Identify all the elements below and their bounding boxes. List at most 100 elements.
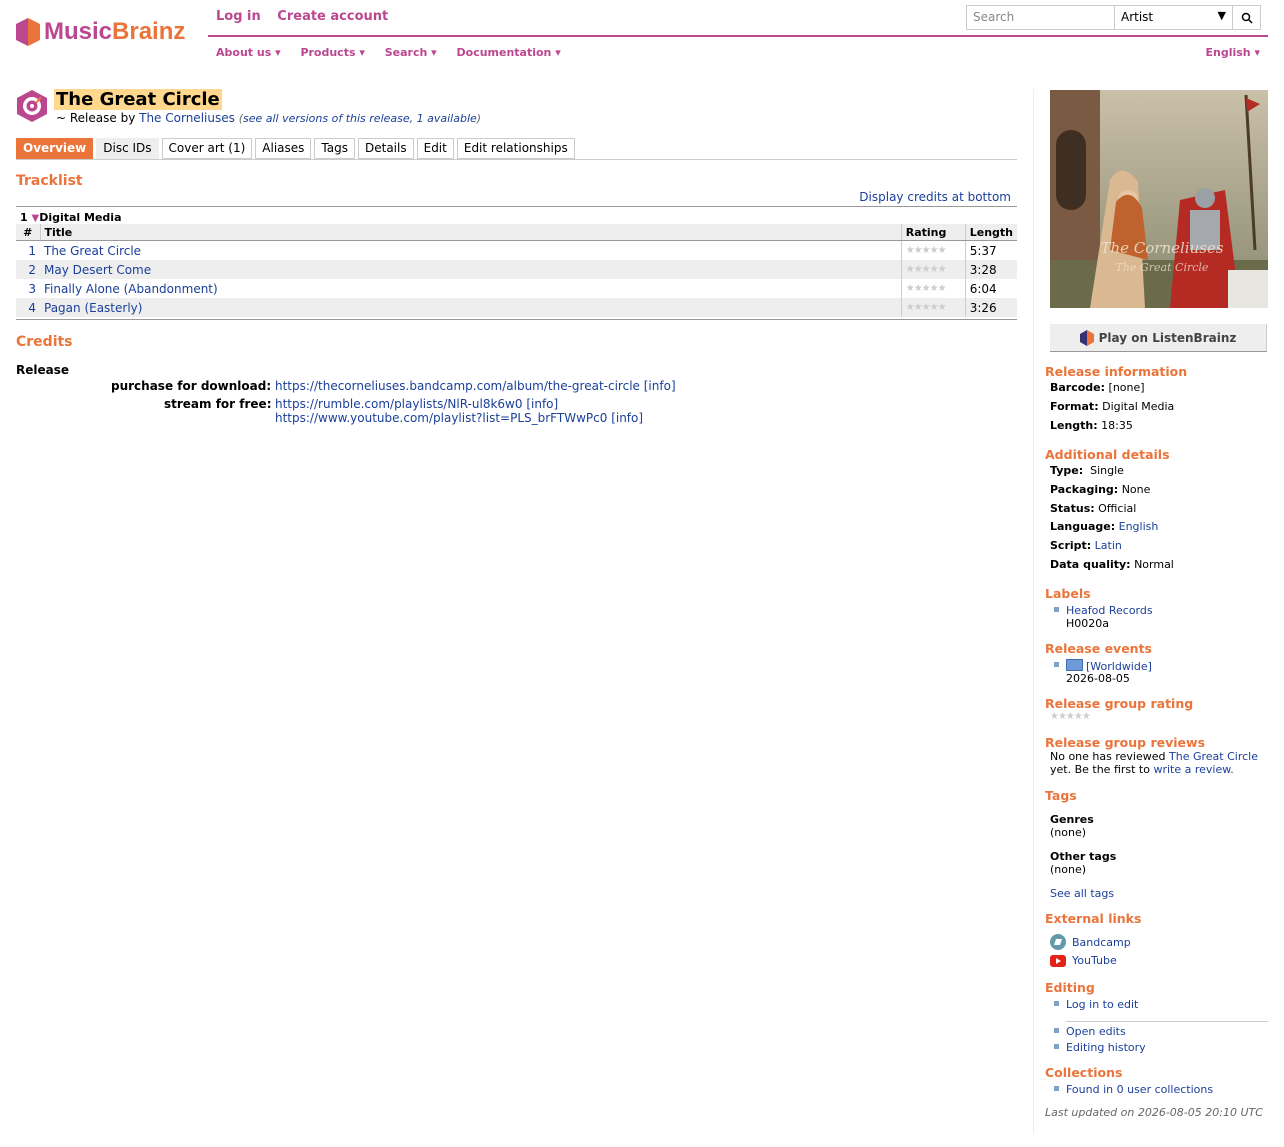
log-in-to-edit-link[interactable]: Log in to edit xyxy=(1066,998,1138,1011)
editing-separator xyxy=(1066,1021,1268,1022)
bullet-icon xyxy=(1054,607,1059,612)
cover-text-title: The Great Circle xyxy=(1116,261,1209,274)
format-row: Format: Digital Media xyxy=(1050,400,1174,413)
youtube-url-link[interactable]: https://www.youtube.com/playlist?list=PL… xyxy=(275,411,607,425)
release-event-country[interactable]: [Worldwide] xyxy=(1066,659,1152,673)
write-review-link[interactable]: write a review. xyxy=(1153,763,1233,776)
menu-products[interactable]: Products ▾ xyxy=(300,46,364,59)
col-header-length: Length xyxy=(964,224,1017,241)
info-link[interactable]: [info] xyxy=(611,411,643,425)
menu-about-us[interactable]: About us ▾ xyxy=(216,46,281,59)
credits-release-label: Release xyxy=(16,363,70,377)
menu-documentation[interactable]: Documentation ▾ xyxy=(457,46,561,59)
type-label: Type: xyxy=(1050,464,1084,477)
bandcamp-link[interactable]: Bandcamp xyxy=(1072,936,1131,949)
table-row: 3 Finally Alone (Abandonment) ★★★★★ 6:04 xyxy=(16,279,1017,298)
credits-heading: Credits xyxy=(16,334,73,350)
tracklist-heading: Tracklist xyxy=(16,173,83,189)
track-title-link[interactable]: May Desert Come xyxy=(40,260,902,279)
account-nav: Log in Create account xyxy=(216,9,400,24)
language-menu[interactable]: English ▾ xyxy=(1206,46,1261,59)
table-row: 1 The Great Circle ★★★★★ 5:37 xyxy=(16,240,1017,261)
release-group-link[interactable]: The Great Circle xyxy=(1169,750,1258,763)
see-all-tags-link[interactable]: See all tags xyxy=(1050,887,1114,900)
language-link[interactable]: English xyxy=(1119,520,1159,533)
page-title[interactable]: The Great Circle xyxy=(54,89,222,110)
search-input[interactable]: Search xyxy=(967,6,1115,29)
create-account-link[interactable]: Create account xyxy=(277,9,388,24)
tab-details[interactable]: Details xyxy=(358,138,414,159)
open-edits-link[interactable]: Open edits xyxy=(1066,1025,1126,1038)
medium-number: 1 xyxy=(20,210,28,224)
track-rating-stars[interactable]: ★★★★★ xyxy=(900,240,966,260)
tab-aliases[interactable]: Aliases xyxy=(255,138,312,159)
track-title-link[interactable]: Pagan (Easterly) xyxy=(40,298,902,317)
release-by-prefix: ~ Release by xyxy=(56,111,136,125)
external-link-youtube[interactable]: YouTube xyxy=(1050,954,1117,967)
bandcamp-url-link[interactable]: https://thecorneliuses.bandcamp.com/albu… xyxy=(275,379,640,393)
tracklist-table: 1 ▼Digital Media # Title Rating Length 1… xyxy=(16,208,1017,317)
track-title[interactable]: May Desert Come xyxy=(44,263,151,277)
tab-tags[interactable]: Tags xyxy=(314,138,355,159)
track-title-link[interactable]: Finally Alone (Abandonment) xyxy=(40,279,901,298)
external-links-heading: External links xyxy=(1045,911,1142,926)
listenbrainz-icon xyxy=(1079,329,1094,346)
header-divider xyxy=(208,35,1268,37)
tab-cover-art[interactable]: Cover art (1) xyxy=(161,138,253,159)
collections-link[interactable]: Found in 0 user collections xyxy=(1066,1083,1213,1096)
tabs-divider xyxy=(16,159,1017,160)
track-length: 3:26 xyxy=(964,298,1017,317)
artist-link[interactable]: The Corneliuses xyxy=(139,111,235,125)
track-rating-stars[interactable]: ★★★★★ xyxy=(900,298,966,317)
track-number[interactable]: 1 xyxy=(16,241,40,261)
other-tags-label: Other tags xyxy=(1050,850,1116,863)
col-header-title: Title xyxy=(39,224,902,241)
packaging-row: Packaging: None xyxy=(1050,483,1150,496)
tab-edit-relationships[interactable]: Edit relationships xyxy=(456,138,575,159)
script-link[interactable]: Latin xyxy=(1095,539,1122,552)
language-row: Language: English xyxy=(1050,520,1158,533)
bullet-icon xyxy=(1054,1086,1059,1091)
track-rating-stars[interactable]: ★★★★★ xyxy=(900,279,966,298)
tracklist-bottom-border xyxy=(16,319,1017,320)
search-button[interactable] xyxy=(1233,6,1260,29)
musicbrainz-logo[interactable]: MusicBrainz xyxy=(16,18,185,46)
purchase-label: purchase for download: xyxy=(111,379,272,393)
display-credits-link[interactable]: Display credits at bottom xyxy=(859,190,1011,204)
info-link[interactable]: [info] xyxy=(526,397,558,411)
track-rating-stars[interactable]: ★★★★★ xyxy=(900,260,966,279)
rumble-url-link[interactable]: https://rumble.com/playlists/NlR-ul8k6w0 xyxy=(275,397,523,411)
cover-art-image[interactable]: The Corneliuses The Great Circle xyxy=(1050,90,1268,308)
track-title-link[interactable]: The Great Circle xyxy=(40,241,901,261)
purchase-relationship: purchase for download: https://thecornel… xyxy=(111,379,676,393)
see-all-versions-link[interactable]: see all versions of this release, 1 avai… xyxy=(243,112,477,125)
track-length: 5:37 xyxy=(964,240,1017,260)
external-link-bandcamp[interactable]: Bandcamp xyxy=(1050,934,1131,950)
track-title[interactable]: The Great Circle xyxy=(44,244,141,258)
medium-header[interactable]: 1 ▼Digital Media xyxy=(16,208,1017,224)
label-link[interactable]: Heafod Records xyxy=(1066,604,1153,617)
other-tags-label-text: Other tags xyxy=(1050,850,1117,863)
track-title[interactable]: Finally Alone (Abandonment) xyxy=(44,282,218,296)
track-number[interactable]: 4 xyxy=(16,298,40,317)
cover-text-artist: The Corneliuses xyxy=(1100,239,1223,257)
search-type-select[interactable]: Artist ▼ xyxy=(1115,6,1233,29)
track-title[interactable]: Pagan (Easterly) xyxy=(44,301,142,315)
editing-history-link[interactable]: Editing history xyxy=(1066,1041,1146,1054)
tab-edit[interactable]: Edit xyxy=(416,138,454,159)
search-type-value: Artist xyxy=(1121,10,1154,24)
additional-details-heading: Additional details xyxy=(1045,447,1170,462)
menu-search[interactable]: Search ▾ xyxy=(385,46,437,59)
info-link[interactable]: [info] xyxy=(644,379,676,393)
track-number[interactable]: 3 xyxy=(16,279,40,298)
login-link[interactable]: Log in xyxy=(216,9,261,24)
tab-overview[interactable]: Overview xyxy=(16,138,94,159)
bandcamp-icon xyxy=(1050,934,1066,950)
track-number[interactable]: 2 xyxy=(16,260,40,279)
length-label: Length: xyxy=(1050,419,1098,432)
listenbrainz-button[interactable]: Play on ListenBrainz xyxy=(1050,324,1267,352)
youtube-link[interactable]: YouTube xyxy=(1072,954,1117,967)
medium-row[interactable]: 1 ▼Digital Media xyxy=(16,208,1017,224)
release-group-rating-stars[interactable]: ★★★★★ xyxy=(1050,711,1091,722)
tab-disc-ids[interactable]: Disc IDs xyxy=(96,138,159,159)
